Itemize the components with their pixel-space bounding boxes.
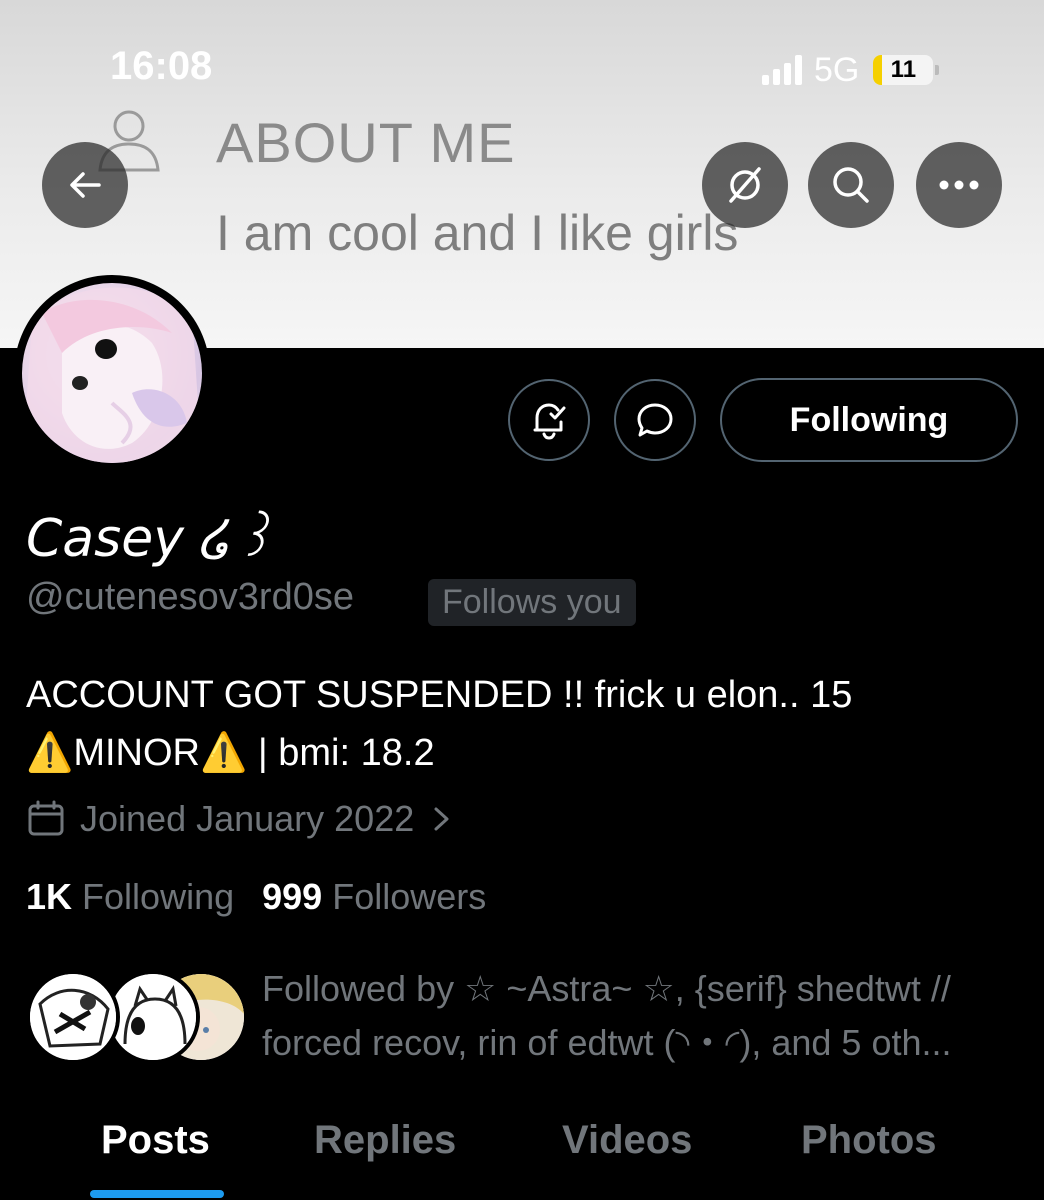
mutual-avatar-1 [26,970,120,1064]
network-type: 5G [814,50,860,89]
search-icon [833,167,869,203]
profile-tabs: Posts Replies Videos Photos [0,1110,1044,1200]
joined-date[interactable]: Joined January 2022 [26,798,452,840]
grok-icon [729,167,761,203]
bio-line-1: ACCOUNT GOT SUSPENDED !! frick u elon.. … [26,674,853,716]
banner-heading: ABOUT ME [216,111,516,174]
joined-text: Joined January 2022 [80,798,415,839]
chat-bubble-icon [637,403,673,437]
username-handle: @cutenesov3rd0se [26,576,354,618]
following-label: Following [82,876,235,917]
follows-you-badge: Follows you [428,579,636,626]
signal-icon [762,55,802,85]
battery-icon: 11 [873,55,940,85]
tab-photos[interactable]: Photos [801,1118,937,1163]
arrow-left-icon [70,172,101,198]
mutual-followers-avatars[interactable] [26,970,248,1064]
notifications-button[interactable] [508,379,590,461]
tab-posts[interactable]: Posts [101,1118,210,1163]
following-button[interactable]: Following [720,378,1018,462]
tab-videos[interactable]: Videos [562,1118,692,1163]
followed-by-text[interactable]: Followed by ☆ ~Astra~ ☆, {serif} shedtwt… [262,962,1032,1070]
battery-level: 11 [890,56,917,83]
avatar-image [22,283,202,463]
avatar[interactable] [14,275,210,471]
active-tab-indicator [90,1190,224,1198]
followers-label: Followers [332,876,487,917]
banner-text: I am cool and I like girls [216,205,739,261]
message-button[interactable] [614,379,696,461]
bio-line-2: ⚠️MINOR⚠️ | bmi: 18.2 [26,732,435,774]
back-button[interactable] [42,142,128,228]
followers-count: 999 [262,876,323,917]
search-button[interactable] [808,142,894,228]
mutual-avatar-2 [106,970,200,1064]
display-name: Casey ໒꒱ [26,509,275,569]
bell-check-icon [533,403,566,440]
more-icon [939,180,979,190]
more-button[interactable] [916,142,1002,228]
profile-bio: ACCOUNT GOT SUSPENDED !! frick u elon.. … [26,666,1026,782]
tab-replies[interactable]: Replies [314,1118,456,1163]
grok-button[interactable] [702,142,788,228]
follow-counts: 1K Following 999 Followers [26,876,486,918]
following-count-link[interactable]: 1K Following [26,876,234,917]
chevron-right-icon [434,807,449,831]
status-indicators: 5G 11 [762,50,940,90]
status-time: 16:08 [110,44,213,88]
followers-count-link[interactable]: 999 Followers [262,876,486,917]
calendar-icon [28,800,64,836]
following-count: 1K [26,876,73,917]
